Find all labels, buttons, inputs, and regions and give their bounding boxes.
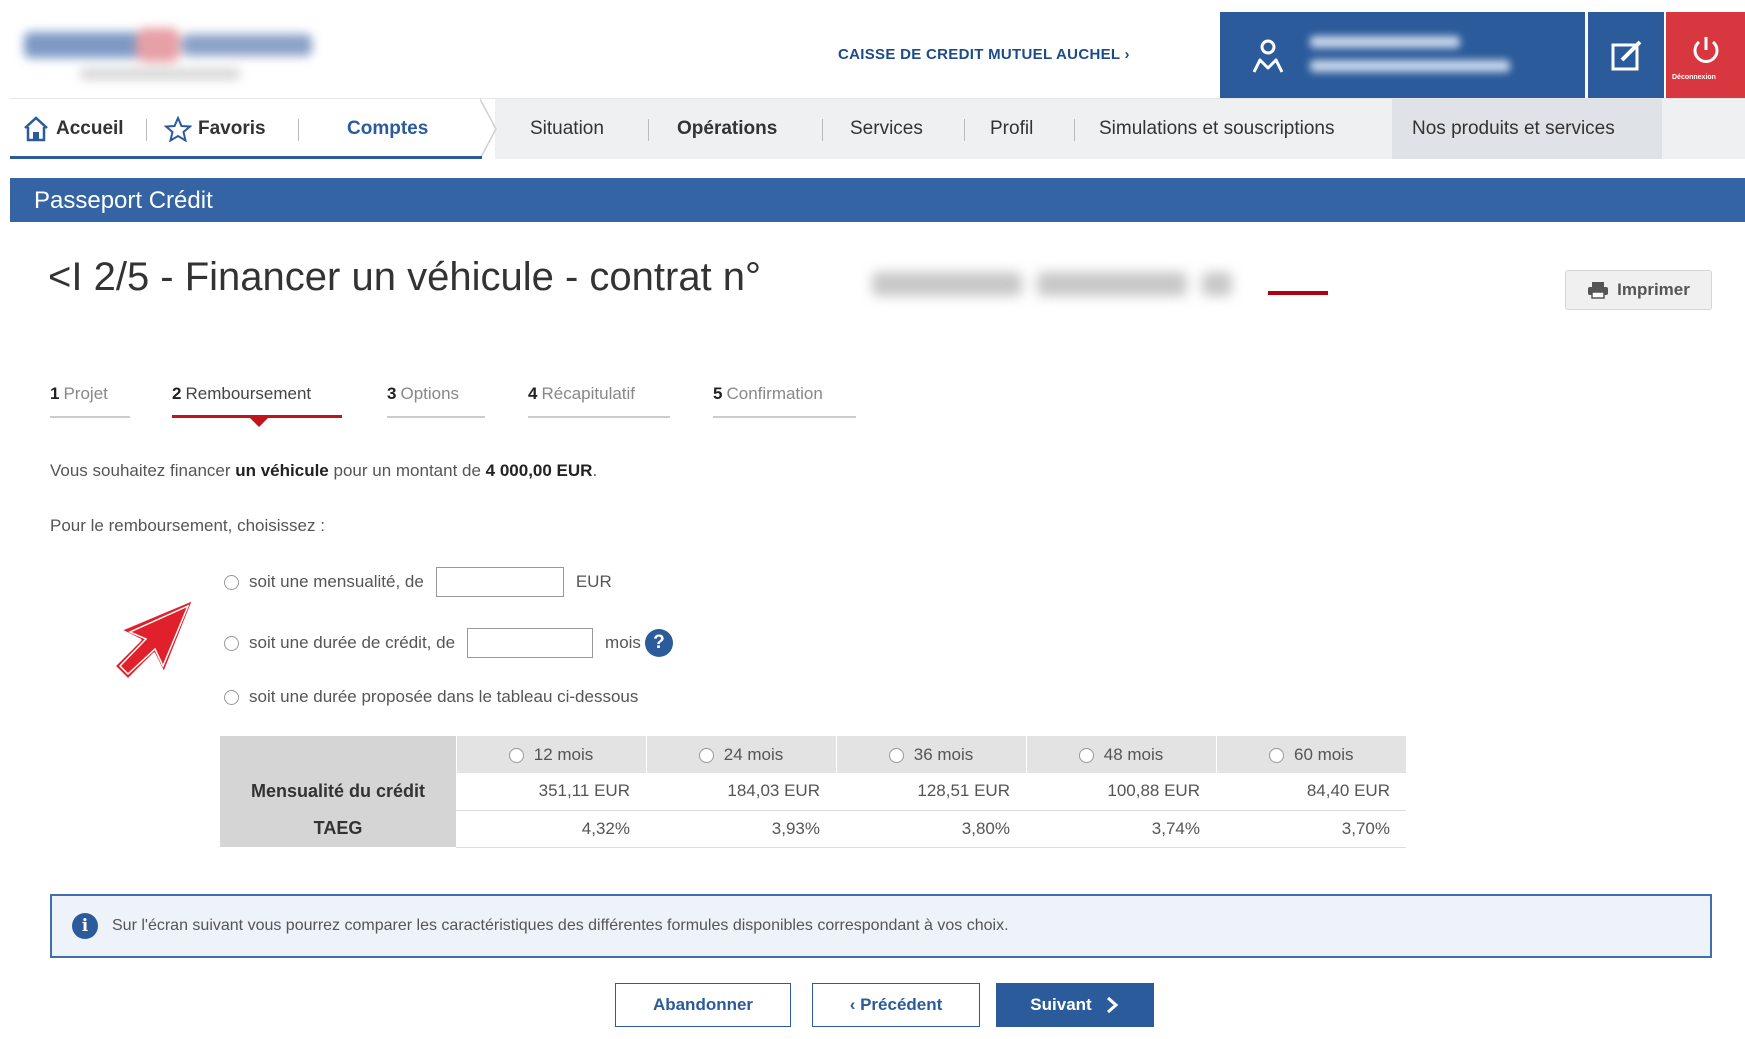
nav-services[interactable]: Services: [850, 99, 923, 159]
nav-products[interactable]: Nos produits et services: [1412, 99, 1615, 159]
next-button[interactable]: Suivant: [996, 983, 1154, 1027]
contract-number-blurred: [862, 262, 1242, 306]
row-label-taeg: TAEG: [220, 810, 456, 847]
duration-radio[interactable]: [224, 635, 239, 651]
main-nav: Accueil Favoris Comptes Situation Opérat…: [10, 98, 1745, 159]
edit-icon: [1611, 40, 1642, 71]
duration-col-12[interactable]: 12 mois: [455, 736, 646, 773]
step-3: 3 Options: [387, 384, 485, 418]
nav-home[interactable]: Accueil: [22, 99, 124, 159]
nav-profile[interactable]: Profil: [990, 99, 1033, 159]
monthly-amount-input[interactable]: [435, 567, 564, 597]
duration-col-24[interactable]: 24 mois: [645, 736, 836, 773]
nav-home-label: Accueil: [56, 118, 124, 139]
printer-icon: [1588, 282, 1609, 299]
abandon-button[interactable]: Abandonner: [615, 983, 791, 1027]
power-icon: [1693, 37, 1719, 63]
table-duration-radio[interactable]: [224, 689, 239, 705]
nav-accounts[interactable]: Comptes: [347, 99, 428, 159]
logout-button[interactable]: Déconnexion: [1666, 12, 1745, 100]
nav-simulations[interactable]: Simulations et souscriptions: [1099, 99, 1335, 159]
taeg-value: 3,80%: [836, 810, 1026, 848]
logout-label: Déconnexion: [1672, 74, 1716, 81]
monthly-value: 84,40 EUR: [1216, 773, 1406, 811]
title-accent-dash: [1268, 291, 1328, 295]
nav-operations[interactable]: Opérations: [677, 99, 777, 159]
nav-situation[interactable]: Situation: [530, 99, 604, 159]
step-5: 5 Confirmation: [713, 384, 856, 418]
active-step-indicator: [250, 418, 268, 427]
top-header: CAISSE DE CREDIT MUTUEL AUCHEL › Déconne…: [10, 10, 1745, 100]
print-button[interactable]: Imprimer: [1565, 270, 1712, 310]
step-4: 4 Récapitulatif: [528, 384, 670, 418]
monthly-value: 184,03 EUR: [646, 773, 836, 811]
caisse-link[interactable]: CAISSE DE CREDIT MUTUEL AUCHEL ›: [838, 46, 1130, 63]
info-notice: i Sur l'écran suivant vous pourrez compa…: [50, 894, 1712, 958]
next-label: Suivant: [1030, 995, 1092, 1014]
row-label-monthly: Mensualité du crédit: [220, 773, 456, 810]
user-route-icon: [1252, 39, 1284, 73]
user-info-blurred: [1310, 36, 1510, 72]
table-row: TAEG 4,32% 3,93% 3,80% 3,74% 3,70%: [220, 810, 1406, 848]
duration-col-60[interactable]: 60 mois: [1215, 736, 1406, 773]
star-icon: [164, 116, 192, 142]
monthly-label: soit une mensualité, de: [249, 572, 424, 591]
step-2-active: 2 Remboursement: [172, 384, 342, 418]
option-duration: soit une durée de crédit, de mois ?: [224, 628, 673, 658]
table-option-label: soit une durée proposée dans le tableau …: [249, 687, 639, 706]
duration-unit: mois: [605, 633, 641, 652]
print-label: Imprimer: [1617, 280, 1690, 299]
step-1: 1 Projet: [50, 384, 130, 418]
duration-col-36[interactable]: 36 mois: [835, 736, 1026, 773]
table-row: Mensualité du crédit 351,11 EUR 184,03 E…: [220, 773, 1406, 811]
nav-active-underline: [10, 156, 482, 159]
duration-col-48[interactable]: 48 mois: [1025, 736, 1216, 773]
chevron-right-icon: [1106, 996, 1118, 1014]
monthly-radio[interactable]: [224, 574, 239, 590]
bank-logo[interactable]: [10, 20, 320, 90]
taeg-value: 4,32%: [456, 810, 646, 848]
duration-label: soit une durée de crédit, de: [249, 633, 456, 652]
duration-input[interactable]: [467, 628, 594, 658]
option-monthly: soit une mensualité, de EUR: [224, 567, 612, 597]
taeg-value: 3,74%: [1026, 810, 1216, 848]
info-text: Sur l'écran suivant vous pourrez compare…: [112, 917, 1009, 934]
monthly-unit: EUR: [575, 572, 612, 591]
messages-button[interactable]: [1586, 12, 1664, 100]
home-icon: [24, 116, 48, 142]
intro-text: Vous souhaitez financer un véhicule pour…: [50, 461, 598, 480]
nav-favorites[interactable]: Favoris: [164, 99, 266, 159]
nav-favorites-label: Favoris: [198, 118, 266, 139]
monthly-value: 351,11 EUR: [456, 773, 646, 811]
monthly-value: 128,51 EUR: [836, 773, 1026, 811]
taeg-value: 3,93%: [646, 810, 836, 848]
option-table: soit une durée proposée dans le tableau …: [224, 687, 638, 707]
nav-chevron-divider: [480, 99, 497, 159]
red-arrow-annotation: [112, 597, 196, 682]
previous-button[interactable]: ‹ Précédent: [812, 983, 980, 1027]
monthly-value: 100,88 EUR: [1026, 773, 1216, 811]
help-icon[interactable]: ?: [644, 629, 673, 657]
section-title-bar: Passeport Crédit: [10, 178, 1745, 222]
user-account-panel[interactable]: [1220, 12, 1585, 100]
choose-text: Pour le remboursement, choisissez :: [50, 516, 325, 535]
duration-table: 12 mois 24 mois 36 mois 48 mois 60 mois …: [220, 736, 1406, 848]
section-title: Passeport Crédit: [34, 187, 213, 214]
info-icon: i: [72, 913, 98, 939]
taeg-value: 3,70%: [1216, 810, 1406, 848]
page-title: <I 2/5 - Financer un véhicule - contrat …: [48, 255, 762, 299]
